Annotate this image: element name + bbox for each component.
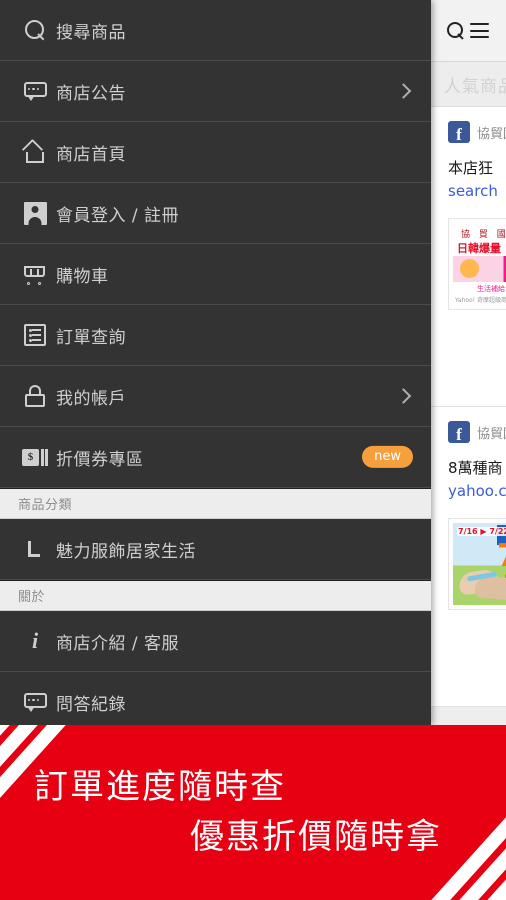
drawer-item-coupons[interactable]: $ 折價券專區 new [0, 427, 431, 488]
page-footer-strip [430, 707, 506, 725]
coupon-icon: $ [14, 448, 56, 466]
facebook-icon: f [448, 421, 470, 443]
facebook-icon: f [448, 121, 470, 143]
promo-title: 協 貿 國 [461, 230, 506, 240]
chevron-right-icon [395, 388, 412, 404]
facebook-post-card[interactable]: f 協貿國 8萬種商 yahoo.c 7/16 ▶ 7/22 75 PTS [430, 407, 506, 707]
promo-image-korea: 協 貿 國 日韓爆量 生活補給 Yahoo! 奇摩超級商城 [453, 223, 506, 305]
promo-dates: 7/16 ▶ 7/22 [457, 527, 506, 537]
section-header-about: 關於 [0, 580, 431, 611]
drawer-item-label: 商店首頁 [56, 144, 126, 165]
banner-line-2: 優惠折價隨時拿 [190, 816, 442, 857]
drawer-item-storefront[interactable]: 商店首頁 [0, 122, 431, 183]
promo-headline: 日韓爆量 [457, 240, 501, 256]
home-icon [14, 138, 56, 163]
drawer-item-cart[interactable]: 購物車 [0, 244, 431, 305]
promo-footer: Yahoo! 奇摩超級商城 [455, 297, 506, 304]
cart-icon [14, 264, 56, 285]
drawer-item-label: 會員登入 / 註冊 [56, 205, 180, 226]
post-link[interactable]: search [448, 180, 506, 203]
post-link[interactable]: yahoo.c [448, 480, 506, 503]
bubble-icon [14, 692, 56, 712]
hamburger-icon[interactable] [470, 23, 489, 38]
promo-subtitle: 生活補給 [477, 285, 505, 293]
subitem-icon [14, 539, 56, 559]
promo-discount: 75 [497, 540, 506, 571]
drawer-item-qa-records[interactable]: 問答紀錄 [0, 672, 431, 725]
drawer-item-label: 魅力服飾居家生活 [56, 541, 196, 562]
page-name: 協貿國 [477, 126, 506, 142]
duck-graphic [460, 259, 479, 278]
drawer-item-store-info[interactable]: i 商店介紹 / 客服 [0, 611, 431, 672]
post-header: f 協貿國 [448, 121, 506, 143]
list-icon [14, 324, 56, 346]
drawer-item-label: 訂單查詢 [56, 327, 126, 348]
drawer-item-label: 我的帳戶 [56, 388, 126, 409]
drawer-item-label: 商店公告 [56, 83, 126, 104]
search-icon [14, 19, 56, 41]
drawer-item-announcements[interactable]: 商店公告 [0, 61, 431, 122]
drawer-item-label: 搜尋商品 [56, 22, 126, 43]
drawer-item-login-register[interactable]: 會員登入 / 註冊 [0, 183, 431, 244]
post-header: f 協貿國 [448, 421, 506, 443]
drawer-item-my-account[interactable]: 我的帳戶 [0, 366, 431, 427]
tab-popular-products[interactable]: 人氣商品 [430, 62, 506, 107]
promo-image-shoes: 7/16 ▶ 7/22 75 PTS [453, 523, 506, 605]
drawer-item-category[interactable]: 魅力服飾居家生活 [0, 519, 431, 580]
chevron-right-icon [395, 83, 412, 99]
drawer-item-label: 問答紀錄 [56, 694, 126, 715]
drawer-item-search[interactable]: 搜尋商品 [0, 0, 431, 61]
new-badge: new [362, 445, 413, 469]
banner-line-1: 訂單進度隨時查 [34, 767, 286, 808]
lock-icon [14, 385, 56, 407]
promo-banner: 訂單進度隨時查 優惠折價隨時拿 [0, 725, 506, 900]
app-root: 人氣商品 f 協貿國 本店狂 search 協 貿 國 日韓爆量 生活補給 Ya… [0, 0, 506, 900]
navigation-drawer: 搜尋商品 商店公告 商店首頁 會員登入 / 註冊 購物車 訂單查詢 我的帳戶 $… [0, 0, 431, 725]
post-text: 8萬種商 [448, 459, 503, 477]
drawer-item-label: 購物車 [56, 266, 109, 287]
facebook-post-card[interactable]: f 協貿國 本店狂 search 協 貿 國 日韓爆量 生活補給 Yahoo! … [430, 107, 506, 407]
drawer-item-label: 商店介紹 / 客服 [56, 633, 180, 654]
post-text: 本店狂 [448, 159, 494, 177]
section-label: 關於 [18, 590, 46, 605]
page-name: 協貿國 [477, 426, 506, 442]
drawer-item-order-lookup[interactable]: 訂單查詢 [0, 305, 431, 366]
page-topbar [430, 0, 506, 62]
bubble-icon [14, 81, 56, 101]
tab-label: 人氣商品 [444, 76, 506, 97]
info-icon: i [31, 628, 39, 653]
banner-text-block: 訂單進度隨時查 優惠折價隨時拿 [0, 725, 506, 900]
search-icon[interactable] [447, 22, 464, 39]
drawer-item-label: 折價券專區 [56, 449, 144, 470]
section-label: 商品分類 [18, 498, 73, 513]
post-thumbnail[interactable]: 7/16 ▶ 7/22 75 PTS [448, 518, 506, 610]
section-header-product-categories: 商品分類 [0, 488, 431, 519]
post-thumbnail[interactable]: 協 貿 國 日韓爆量 生活補給 Yahoo! 奇摩超級商城 [448, 218, 506, 310]
user-icon [14, 201, 56, 225]
